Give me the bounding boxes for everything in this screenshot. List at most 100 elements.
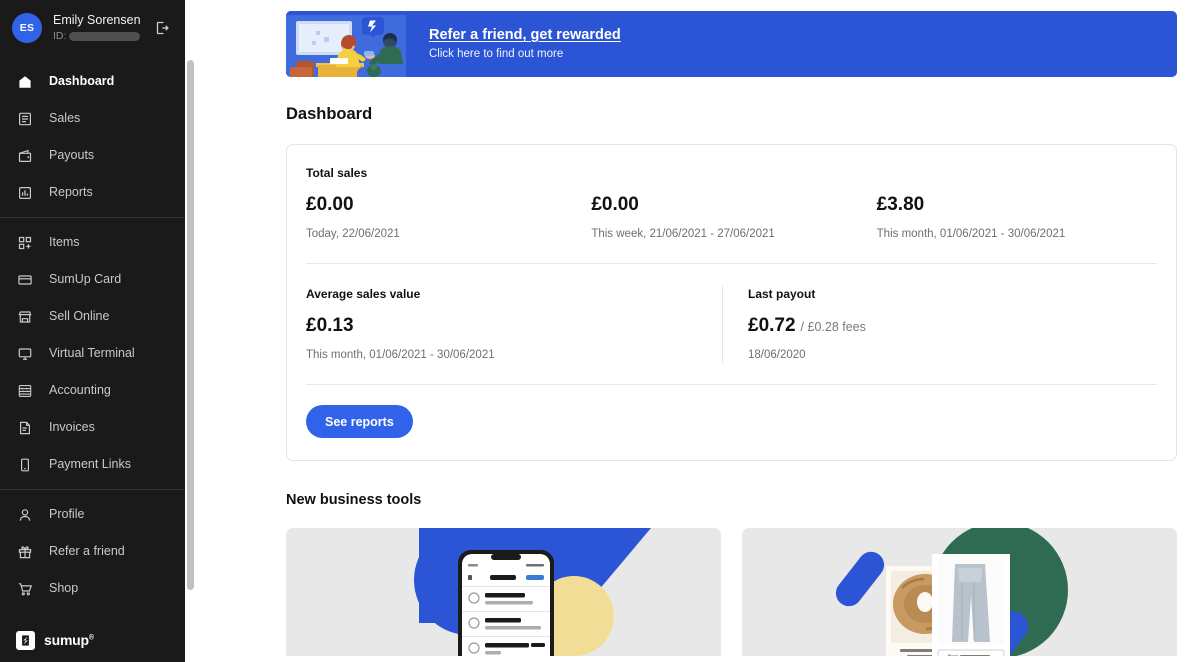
sidebar-item-dashboard[interactable]: Dashboard <box>0 63 185 100</box>
sumup-logo-icon <box>16 630 35 650</box>
stat-value: £0.00 <box>306 194 354 215</box>
wallet-icon <box>16 147 34 165</box>
business-tool-card-invoices[interactable] <box>286 528 721 662</box>
last-payout-date: 18/06/2020 <box>748 349 806 361</box>
banner-subtitle: Click here to find out more <box>429 48 564 60</box>
gift-icon <box>16 543 34 561</box>
receipt-icon <box>16 110 34 128</box>
abacus-icon <box>16 382 34 400</box>
sidebar-item-sumup-card[interactable]: SumUp Card <box>0 261 185 298</box>
total-sales-row: £0.00 Today, 22/06/2021 £0.00 This week,… <box>306 181 1157 263</box>
user-id: ID: <box>53 30 140 42</box>
sidebar-item-label: SumUp Card <box>49 272 122 286</box>
business-tools-title: New business tools <box>286 492 422 508</box>
phone-icon <box>16 456 34 474</box>
sidebar-item-sell-online[interactable]: Sell Online <box>0 298 185 335</box>
sidebar-item-label: Sell Online <box>49 309 110 323</box>
business-tool-card-online-store[interactable] <box>742 528 1177 662</box>
sidebar-logo: sumup® <box>0 618 185 662</box>
average-sales-value-period: This month, 01/06/2021 - 30/06/2021 <box>306 349 495 361</box>
user-meta: Emily Sorensen ID: <box>53 13 141 42</box>
avatar: ES <box>12 12 42 43</box>
sidebar-group-primary: Dashboard Sales Payouts Reports <box>0 57 185 217</box>
banner-text: Refer a friend, get rewarded Click here … <box>414 11 621 77</box>
refer-a-friend-banner[interactable]: Refer a friend, get rewarded Click here … <box>286 11 1177 77</box>
sidebar-scrollbar-thumb[interactable] <box>187 60 194 590</box>
tool-card-footer <box>286 656 721 662</box>
user-name: Emily Sorensen <box>53 13 141 27</box>
banner-title[interactable]: Refer a friend, get rewarded <box>429 26 621 44</box>
stat-value: £3.80 <box>876 194 925 215</box>
last-payout-amount-line: £0.72 / £0.28 fees <box>748 313 1157 338</box>
monitor-icon <box>16 345 34 363</box>
stat-value: £0.00 <box>591 194 639 215</box>
sidebar-item-virtual-terminal[interactable]: Virtual Terminal <box>0 335 185 372</box>
tool-card-footer <box>742 656 1177 662</box>
sidebar-scrollbar[interactable] <box>185 57 196 609</box>
banner-illustration <box>286 11 414 77</box>
document-icon <box>16 419 34 437</box>
stat-period: Today, 22/06/2021 <box>306 228 400 240</box>
sidebar-item-label: Profile <box>49 507 85 521</box>
sidebar: ES Emily Sorensen ID: Dashboard Sales Pa… <box>0 0 185 662</box>
summary-card: Total sales £0.00 Today, 22/06/2021 £0.0… <box>286 144 1177 461</box>
total-sales-block: Total sales £0.00 Today, 22/06/2021 £0.0… <box>306 165 1157 263</box>
sidebar-item-payouts[interactable]: Payouts <box>0 137 185 174</box>
stat-this-month: £3.80 This month, 01/06/2021 - 30/06/202… <box>872 181 1157 242</box>
cart-icon <box>16 580 34 598</box>
last-payout-block: Last payout £0.72 / £0.28 fees 18/06/202… <box>722 286 1157 363</box>
card-actions: See reports <box>306 385 1157 460</box>
sidebar-item-label: Shop <box>49 581 79 595</box>
sidebar-item-refer-a-friend[interactable]: Refer a friend <box>0 533 185 570</box>
sidebar-item-label: Payment Links <box>49 457 131 471</box>
sidebar-group-tools: Items SumUp Card Sell Online Virtual Ter… <box>0 218 185 489</box>
sidebar-item-profile[interactable]: Profile <box>0 496 185 533</box>
sidebar-item-label: Dashboard <box>49 74 115 88</box>
user-id-label: ID: <box>53 30 67 42</box>
sumup-wordmark: sumup® <box>44 632 94 648</box>
sidebar-user-header: ES Emily Sorensen ID: <box>0 0 185 57</box>
sidebar-item-label: Payouts <box>49 148 95 162</box>
sidebar-item-accounting[interactable]: Accounting <box>0 372 185 409</box>
bar-chart-icon <box>16 184 34 202</box>
stat-today: £0.00 Today, 22/06/2021 <box>306 181 586 242</box>
stat-period: This week, 21/06/2021 - 27/06/2021 <box>591 228 775 240</box>
grid-plus-icon <box>16 234 34 252</box>
see-reports-button[interactable]: See reports <box>306 405 413 438</box>
sidebar-item-items[interactable]: Items <box>0 224 185 261</box>
main-content: Refer a friend, get rewarded Click here … <box>185 0 1200 662</box>
sidebar-item-label: Sales <box>49 111 81 125</box>
invoices-illustration <box>286 528 721 662</box>
average-sales-value-label: Average sales value <box>306 287 421 301</box>
stat-period: This month, 01/06/2021 - 30/06/2021 <box>876 228 1066 240</box>
average-sales-value: £0.13 <box>306 315 354 336</box>
sidebar-item-label: Reports <box>49 185 93 199</box>
online-store-illustration <box>742 528 1177 662</box>
sidebar-item-reports[interactable]: Reports <box>0 174 185 211</box>
app-root: ES Emily Sorensen ID: Dashboard Sales Pa… <box>0 0 1200 662</box>
user-id-redacted <box>69 31 140 41</box>
sidebar-group-account: Profile Refer a friend Shop <box>0 490 185 613</box>
storefront-icon <box>16 308 34 326</box>
home-icon <box>16 73 34 91</box>
average-sales-value-block: Average sales value £0.13 This month, 01… <box>306 286 722 363</box>
last-payout-amount: £0.72 <box>748 315 796 336</box>
sidebar-nav-scroll: Dashboard Sales Payouts Reports Items Su… <box>0 57 185 618</box>
sidebar-item-label: Invoices <box>49 420 95 434</box>
stat-this-week: £0.00 This week, 21/06/2021 - 27/06/2021 <box>586 181 871 242</box>
sidebar-item-label: Refer a friend <box>49 544 125 558</box>
logout-icon[interactable] <box>151 17 173 39</box>
page-title: Dashboard <box>286 105 373 123</box>
user-icon <box>16 506 34 524</box>
content-column: Refer a friend, get rewarded Click here … <box>286 11 1177 662</box>
sidebar-item-payment-links[interactable]: Payment Links <box>0 446 185 483</box>
total-sales-label: Total sales <box>306 166 368 180</box>
last-payout-fees: / £0.28 fees <box>800 320 866 334</box>
sidebar-item-shop[interactable]: Shop <box>0 570 185 607</box>
business-tools-list <box>286 528 1177 662</box>
sidebar-item-invoices[interactable]: Invoices <box>0 409 185 446</box>
sidebar-item-label: Items <box>49 235 80 249</box>
secondary-stats-row: Average sales value £0.13 This month, 01… <box>306 264 1157 384</box>
sidebar-item-label: Virtual Terminal <box>49 346 135 360</box>
sidebar-item-sales[interactable]: Sales <box>0 100 185 137</box>
